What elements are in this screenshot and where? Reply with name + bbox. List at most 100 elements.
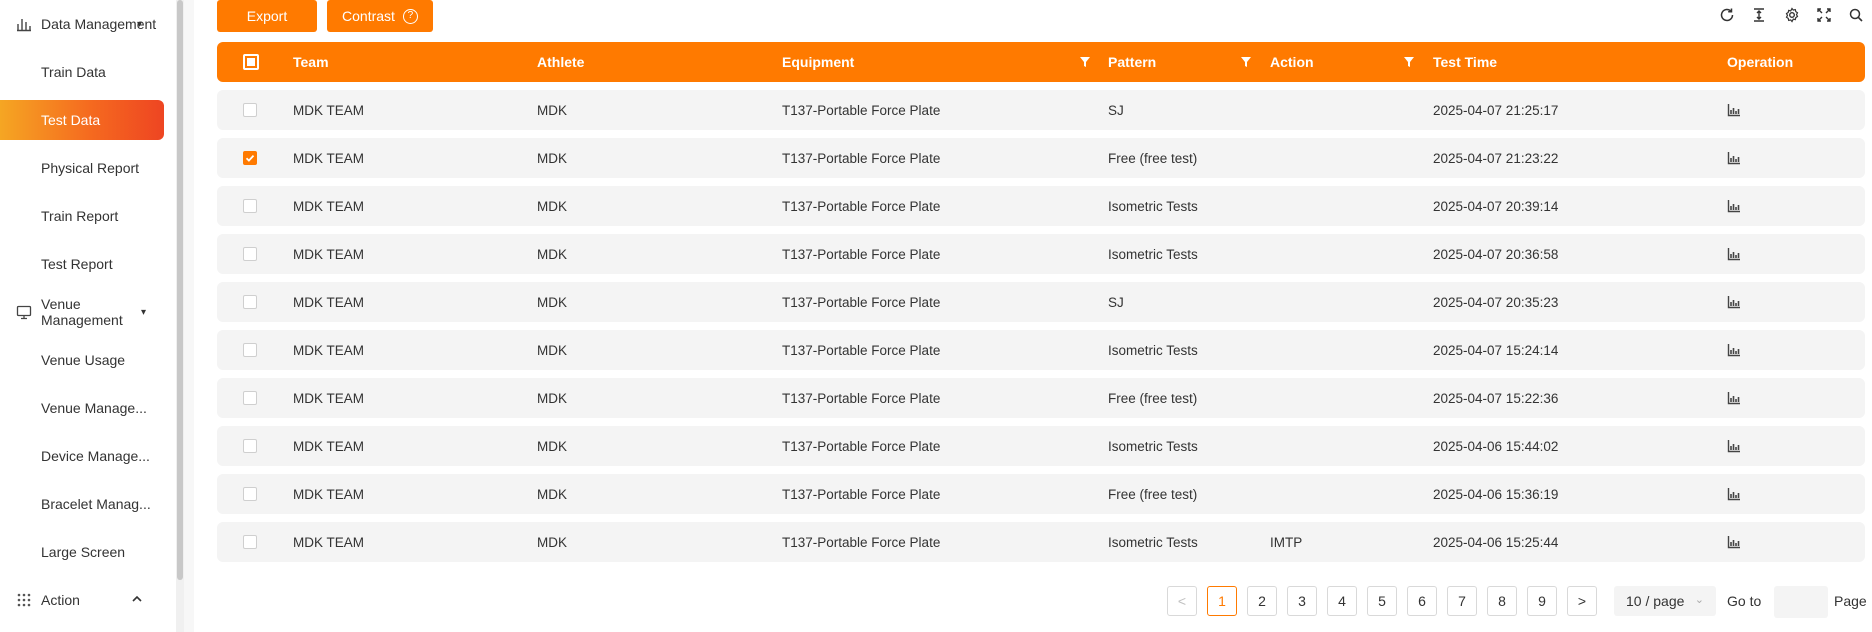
sidebar-item-label: Physical Report	[41, 160, 140, 176]
page-button[interactable]: 4	[1327, 586, 1357, 616]
column-header-label: Action	[1270, 54, 1314, 70]
sidebar-scrollbar[interactable]	[176, 0, 184, 632]
page-size-select[interactable]: 10 / page ⌄	[1614, 586, 1716, 616]
sidebar-item-venue-manage[interactable]: Venue Manage...	[0, 388, 164, 428]
table-row[interactable]: MDK TEAM MDK T137-Portable Force Plate Isom…	[217, 330, 1865, 370]
chart-icon[interactable]	[1727, 535, 1741, 549]
sidebar-item-large-screen[interactable]: Large Screen	[0, 532, 164, 572]
table-row[interactable]: MDK TEAM MDK T137-Portable Force Plate Isom…	[217, 522, 1865, 562]
cell-equipment: T137-Portable Force Plate	[782, 486, 941, 502]
contrast-button[interactable]: Contrast ?	[327, 0, 433, 32]
chevron-down-icon: ▾	[136, 18, 142, 30]
page-button[interactable]: 3	[1287, 586, 1317, 616]
page-button[interactable]: 7	[1447, 586, 1477, 616]
export-button[interactable]: Export	[217, 0, 317, 32]
column-header-action[interactable]: Action	[1270, 42, 1314, 82]
cell-equipment: T137-Portable Force Plate	[782, 438, 941, 454]
sidebar-item-bracelet-manage[interactable]: Bracelet Manag...	[0, 484, 164, 524]
cell-athlete: MDK	[537, 486, 567, 502]
column-header-team[interactable]: Team	[293, 42, 329, 82]
row-checkbox[interactable]	[243, 343, 257, 357]
row-checkbox[interactable]	[243, 295, 257, 309]
next-page-button[interactable]: >	[1567, 586, 1597, 616]
sidebar-item-device-manage[interactable]: Device Manage...	[0, 436, 164, 476]
chart-icon[interactable]	[1727, 487, 1741, 501]
select-all-checkbox[interactable]	[243, 54, 259, 70]
sidebar-item-test-report[interactable]: Test Report	[0, 244, 164, 284]
chart-icon[interactable]	[1727, 151, 1741, 165]
chart-icon[interactable]	[1727, 439, 1741, 453]
column-header-equipment[interactable]: Equipment	[782, 42, 854, 82]
refresh-icon[interactable]	[1718, 6, 1736, 24]
page-button[interactable]: 1	[1207, 586, 1237, 616]
row-checkbox[interactable]	[243, 391, 257, 405]
chart-icon[interactable]	[1727, 247, 1741, 261]
cell-equipment: T137-Portable Force Plate	[782, 246, 941, 262]
column-header-label: Operation	[1727, 54, 1794, 70]
row-checkbox[interactable]	[243, 247, 257, 261]
table-row[interactable]: MDK TEAM MDK T137-Portable Force Plate Isom…	[217, 426, 1865, 466]
table-row[interactable]: MDK TEAM MDK T137-Portable Force Plate Free…	[217, 474, 1865, 514]
table-row[interactable]: MDK TEAM MDK T137-Portable Force Plate Free…	[217, 378, 1865, 418]
cell-test-time: 2025-04-06 15:36:19	[1433, 486, 1559, 502]
cell-athlete: MDK	[537, 534, 567, 550]
cell-equipment: T137-Portable Force Plate	[782, 150, 941, 166]
page-button[interactable]: 9	[1527, 586, 1557, 616]
table-row[interactable]: MDK TEAM MDK T137-Portable Force Plate SJ 20…	[217, 90, 1865, 130]
row-checkbox[interactable]	[243, 487, 257, 501]
sidebar-group-data-management[interactable]: Data Management ▾	[0, 4, 164, 44]
cell-test-time: 2025-04-07 20:35:23	[1433, 294, 1559, 310]
scrollbar-thumb[interactable]	[177, 0, 183, 580]
cell-pattern: Isometric Tests	[1108, 198, 1198, 214]
row-checkbox[interactable]	[243, 439, 257, 453]
chevron-down-icon: ▾	[140, 306, 146, 318]
row-checkbox[interactable]	[243, 199, 257, 213]
column-height-icon[interactable]	[1750, 6, 1768, 24]
page-button[interactable]: 5	[1367, 586, 1397, 616]
column-header-athlete[interactable]: Athlete	[537, 42, 584, 82]
sidebar-divider	[184, 0, 194, 632]
page-button[interactable]: 8	[1487, 586, 1517, 616]
column-header-test-time[interactable]: Test Time	[1433, 42, 1497, 82]
cell-team: MDK TEAM	[293, 534, 365, 550]
goto-page-input[interactable]	[1774, 586, 1828, 618]
cell-athlete: MDK	[537, 294, 567, 310]
cell-athlete: MDK	[537, 438, 567, 454]
table-row[interactable]: MDK TEAM MDK T137-Portable Force Plate Isom…	[217, 234, 1865, 274]
filter-icon[interactable]	[1079, 56, 1091, 68]
sidebar-item-test-data[interactable]: Test Data	[0, 100, 164, 140]
chart-icon[interactable]	[1727, 391, 1741, 405]
chart-icon[interactable]	[1727, 295, 1741, 309]
sidebar-item-train-report[interactable]: Train Report	[0, 196, 164, 236]
prev-page-button[interactable]: <	[1167, 586, 1197, 616]
table-row[interactable]: MDK TEAM MDK T137-Portable Force Plate SJ 20…	[217, 282, 1865, 322]
column-header-pattern[interactable]: Pattern	[1108, 42, 1156, 82]
sidebar-item-train-data[interactable]: Train Data	[0, 52, 164, 92]
cell-test-time: 2025-04-06 15:44:02	[1433, 438, 1559, 454]
row-checkbox[interactable]	[243, 103, 257, 117]
chart-icon[interactable]	[1727, 103, 1741, 117]
chart-icon[interactable]	[1727, 199, 1741, 213]
sidebar-group-venue-management[interactable]: Venue Management ▾	[0, 292, 164, 332]
settings-icon[interactable]	[1783, 6, 1801, 24]
table-row[interactable]: MDK TEAM MDK T137-Portable Force Plate Free…	[217, 138, 1865, 178]
chart-icon[interactable]	[1727, 343, 1741, 357]
table-row[interactable]: MDK TEAM MDK T137-Portable Force Plate Isom…	[217, 186, 1865, 226]
sidebar-item-physical-report[interactable]: Physical Report	[0, 148, 164, 188]
cell-equipment: T137-Portable Force Plate	[782, 390, 941, 406]
sidebar-item-venue-usage[interactable]: Venue Usage	[0, 340, 164, 380]
chevron-down-icon: ⌄	[1694, 594, 1704, 606]
page-button[interactable]: 6	[1407, 586, 1437, 616]
search-icon[interactable]	[1847, 6, 1865, 24]
filter-icon[interactable]	[1403, 56, 1415, 68]
row-checkbox[interactable]	[243, 535, 257, 549]
help-circle-icon: ?	[402, 8, 418, 24]
column-header-label: Equipment	[782, 54, 855, 70]
cell-test-time: 2025-04-07 21:25:17	[1433, 102, 1559, 118]
filter-icon[interactable]	[1240, 56, 1252, 68]
page-button[interactable]: 2	[1247, 586, 1277, 616]
fullscreen-icon[interactable]	[1815, 6, 1833, 24]
row-checkbox[interactable]	[243, 151, 257, 165]
sidebar-group-action[interactable]: Action	[0, 580, 164, 620]
apps-grid-icon	[16, 592, 32, 608]
